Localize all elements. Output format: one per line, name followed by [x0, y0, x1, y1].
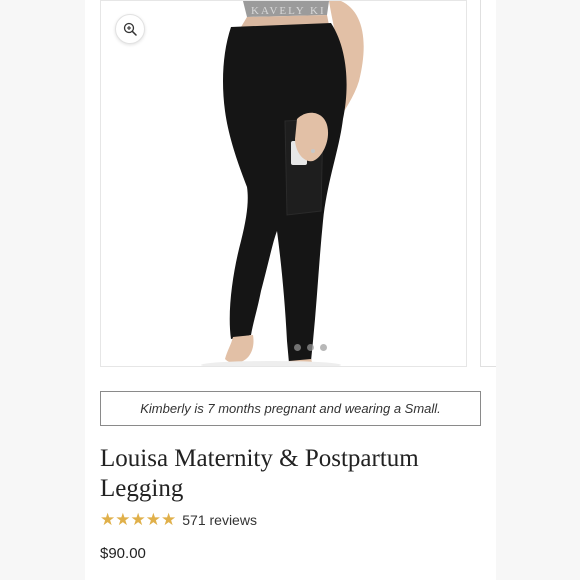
- star-icon: ★: [145, 510, 161, 529]
- rating-row[interactable]: ★ ★ ★ ★ ★ 571 reviews: [100, 511, 257, 528]
- product-price: $90.00: [100, 545, 146, 562]
- slide-dot[interactable]: [320, 344, 327, 351]
- star-icon: ★: [161, 510, 177, 529]
- slide-dot[interactable]: [307, 344, 314, 351]
- waistband-text: KAVELY KI: [251, 5, 326, 17]
- product-title: Louisa Maternity & Postpartum Legging: [100, 445, 419, 502]
- product-image-gallery[interactable]: KAVELY KI: [100, 0, 467, 367]
- reviews-link[interactable]: 571 reviews: [182, 512, 257, 528]
- zoom-button[interactable]: [115, 14, 145, 44]
- star-icon: ★: [130, 510, 146, 529]
- product-photo: KAVELY KI: [201, 1, 364, 366]
- zoom-in-icon: [123, 22, 137, 36]
- star-icon: ★: [100, 510, 116, 529]
- slide-indicator[interactable]: [294, 344, 327, 351]
- slide-dot[interactable]: [294, 344, 301, 351]
- model-caption: Kimberly is 7 months pregnant and wearin…: [100, 391, 481, 426]
- next-image-preview[interactable]: [480, 0, 496, 367]
- star-icon: ★: [115, 510, 131, 529]
